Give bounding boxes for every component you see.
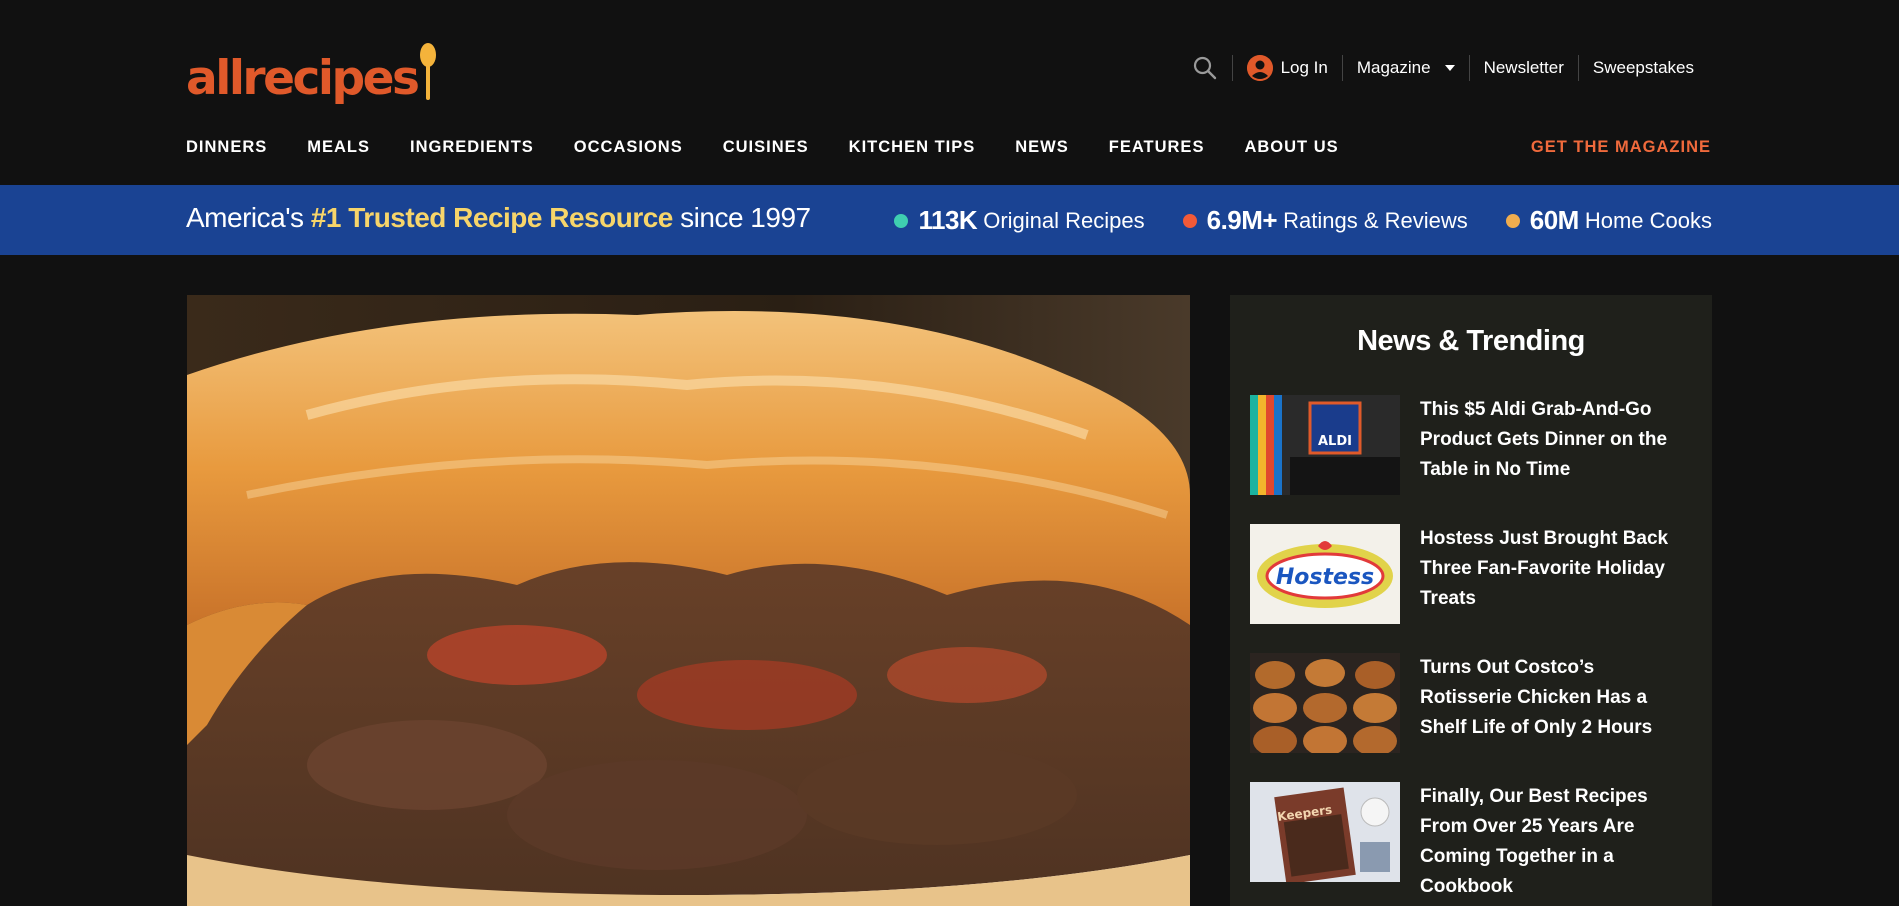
nav-about-us[interactable]: ABOUT US [1244, 138, 1338, 157]
banner-stats: 113K Original Recipes 6.9M+ Ratings & Re… [856, 205, 1712, 236]
nav-cuisines[interactable]: CUISINES [723, 138, 809, 157]
sweepstakes-label: Sweepstakes [1592, 58, 1694, 77]
sweepstakes-link[interactable]: Sweepstakes [1593, 58, 1694, 78]
news-trending-panel: News & Trending ALDI This $5 Aldi Grab-A… [1230, 295, 1712, 906]
nav-ingredients[interactable]: INGREDIENTS [410, 138, 534, 157]
banner-suffix: since 1997 [672, 202, 811, 233]
site-header: allrecipes Log In Magazine Newsletter Sw… [0, 0, 1899, 185]
divider [1577, 55, 1579, 81]
nav-news[interactable]: NEWS [1015, 138, 1069, 157]
rotisserie-chicken-thumb [1250, 653, 1400, 753]
trust-banner: America's #1 Trusted Recipe Resource sin… [0, 185, 1899, 255]
orange-dot-icon [1182, 213, 1197, 228]
casserole-photo [187, 295, 1190, 906]
banner-headline: America's #1 Trusted Recipe Resource sin… [186, 202, 811, 234]
trending-item-costco[interactable]: Turns Out Costco’s Rotisserie Chicken Ha… [1250, 653, 1690, 753]
stat-label: Home Cooks [1584, 207, 1712, 233]
teal-dot-icon [894, 213, 909, 228]
nav-features[interactable]: FEATURES [1109, 138, 1205, 157]
yellow-dot-icon [1505, 213, 1520, 228]
allrecipes-logo[interactable]: allrecipes [186, 36, 437, 102]
nav-kitchen-tips[interactable]: KITCHEN TIPS [849, 138, 976, 157]
divider [1231, 55, 1233, 81]
magazine-dropdown[interactable]: Magazine [1357, 58, 1455, 78]
stat-ratings-reviews: 6.9M+ Ratings & Reviews [1182, 205, 1468, 236]
trending-heading: News & Trending [1357, 325, 1585, 357]
keepers-cookbook-thumb: Keepers [1250, 782, 1400, 882]
get-the-magazine-link[interactable]: GET THE MAGAZINE [1531, 138, 1711, 157]
main-nav: DINNERS MEALS INGREDIENTS OCCASIONS CUIS… [186, 138, 1379, 157]
trending-item-cookbook[interactable]: Keepers Finally, Our Best Recipes From O… [1250, 782, 1690, 897]
trending-title: Turns Out Costco’s Rotisserie Chicken Ha… [1420, 657, 1653, 738]
nav-dinners[interactable]: DINNERS [186, 138, 267, 157]
magazine-label: Magazine [1356, 58, 1431, 77]
stat-original-recipes: 113K Original Recipes [894, 205, 1145, 236]
trending-title: Finally, Our Best Recipes From Over 25 Y… [1420, 786, 1648, 897]
banner-highlight: #1 Trusted Recipe Resource [310, 202, 674, 233]
trending-title: This $5 Aldi Grab-And-Go Product Gets Di… [1420, 399, 1668, 480]
hero-recipe-image[interactable] [187, 295, 1190, 906]
stat-value: 6.9M+ [1206, 205, 1278, 235]
hostess-logo-thumb: Hostess [1250, 524, 1400, 624]
stat-value: 60M [1529, 205, 1580, 235]
search-icon[interactable] [1192, 55, 1218, 81]
stat-label: Original Recipes [983, 207, 1145, 233]
trending-title: Hostess Just Brought Back Three Fan-Favo… [1420, 528, 1669, 609]
stat-value: 113K [918, 205, 978, 235]
user-icon [1246, 55, 1273, 81]
divider [1468, 55, 1470, 81]
divider [1341, 55, 1343, 81]
nav-occasions[interactable]: OCCASIONS [574, 138, 683, 157]
banner-prefix: America's [186, 202, 311, 233]
spoon-icon [420, 43, 437, 100]
login-link[interactable]: Log In [1246, 55, 1328, 81]
caret-down-icon [1444, 65, 1455, 71]
aldi-store-thumb: ALDI [1250, 395, 1400, 495]
hostess-logo-text: Hostess [1276, 565, 1374, 590]
aldi-logo-text: ALDI [1318, 434, 1352, 449]
trending-item-hostess[interactable]: Hostess Hostess Just Brought Back Three … [1250, 524, 1690, 624]
newsletter-label: Newsletter [1483, 58, 1564, 77]
utility-nav: Log In Magazine Newsletter Sweepstakes [1192, 52, 1694, 84]
stat-label: Ratings & Reviews [1283, 207, 1468, 233]
nav-meals[interactable]: MEALS [307, 138, 370, 157]
newsletter-link[interactable]: Newsletter [1484, 58, 1564, 78]
logo-wordmark: allrecipes [186, 51, 420, 106]
trending-item-aldi[interactable]: ALDI This $5 Aldi Grab-And-Go Product Ge… [1250, 395, 1690, 495]
login-label: Log In [1280, 58, 1328, 77]
stat-home-cooks: 60M Home Cooks [1505, 205, 1712, 236]
